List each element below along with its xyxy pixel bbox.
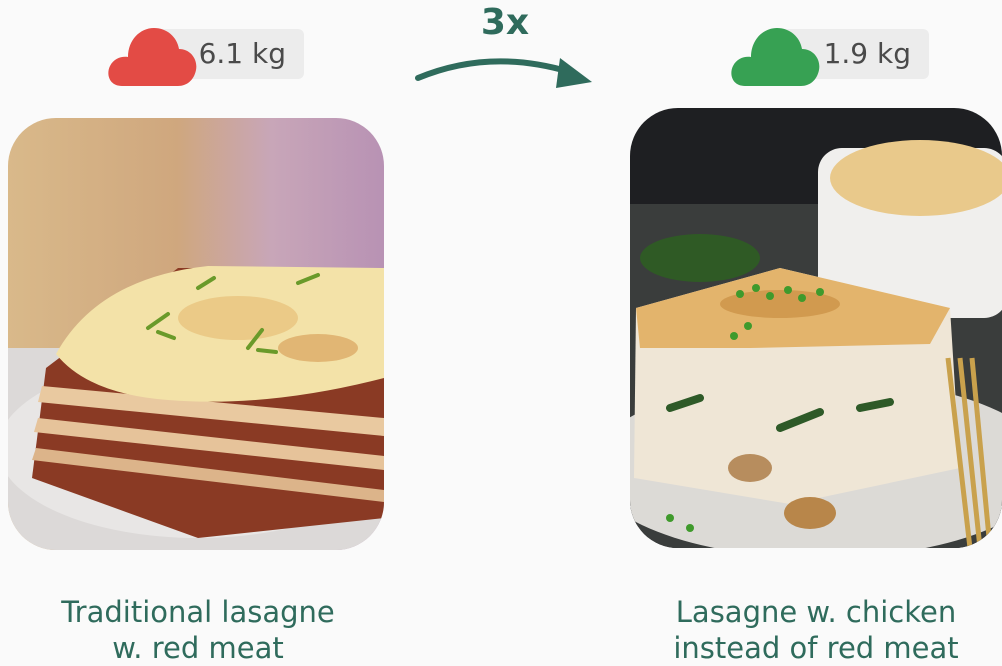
caption-line: w. red meat (112, 631, 284, 665)
red-cloud-icon (108, 28, 197, 86)
green-cloud-icon (731, 28, 820, 86)
caption-line: Traditional lasagne (61, 595, 335, 629)
chicken-lasagne-image (630, 108, 1002, 548)
traditional-lasagne-image (8, 118, 384, 550)
traditional-lasagne-caption: Traditional lasagne w. red meat (12, 594, 384, 666)
arrow-right-icon (415, 58, 592, 88)
caption-line: instead of red meat (673, 631, 959, 665)
chicken-lasagne-caption: Lasagne w. chicken instead of red meat (630, 594, 1002, 666)
caption-line: Lasagne w. chicken (675, 595, 957, 629)
reduction-multiplier: 3x (480, 2, 530, 43)
